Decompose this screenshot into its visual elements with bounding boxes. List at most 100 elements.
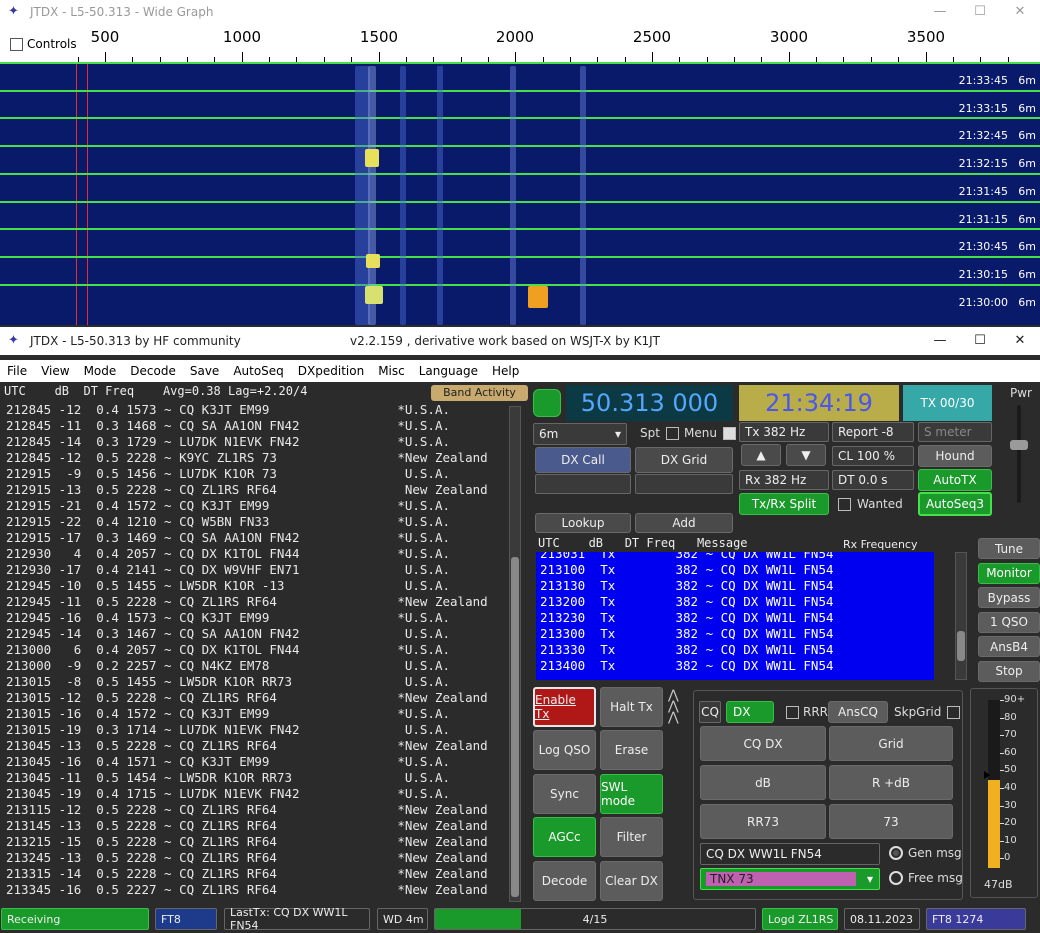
band-activity-scrollbar[interactable] <box>509 406 521 902</box>
monitor-button[interactable]: Monitor <box>978 562 1040 584</box>
rx-frequency-row[interactable]: 213100 Tx 382 ~ CQ DX WW1L FN54 <box>540 562 934 578</box>
decode-row[interactable]: 213045 -16 0.4 1571 ~ CQ K3JT EM99 *U.S.… <box>6 754 506 770</box>
rx-frequency-row[interactable]: 213330 Tx 382 ~ CQ DX WW1L FN54 <box>540 642 934 658</box>
filter-button[interactable]: Filter <box>600 817 663 857</box>
close-icon[interactable]: ✕ <box>1000 0 1040 24</box>
rx-frequency-row[interactable]: 213400 Tx 382 ~ CQ DX WW1L FN54 <box>540 658 934 674</box>
decode-row[interactable]: 213315 -14 0.5 2228 ~ CQ ZL1RS RF64 *New… <box>6 866 506 882</box>
scroll-thumb[interactable] <box>511 557 519 897</box>
decode-row[interactable]: 213345 -16 0.5 2227 ~ CQ ZL1RS RF64 *New… <box>6 882 506 898</box>
rx-frequency-spin[interactable]: Rx 382 Hz <box>739 470 829 490</box>
tune-button[interactable]: Tune <box>978 538 1040 559</box>
controls-checkbox[interactable] <box>10 37 23 51</box>
tx3-db-button[interactable]: dB <box>700 765 826 800</box>
minimize-icon[interactable]: — <box>920 327 960 355</box>
tx6-73-button[interactable]: 73 <box>829 804 953 839</box>
decode-row[interactable]: 212915 -17 0.3 1469 ~ CQ SA AA1ON FN42 *… <box>6 530 506 546</box>
tx4-r-db-button[interactable]: R +dB <box>829 765 953 800</box>
ansb4-button[interactable]: AnsB4 <box>978 636 1040 657</box>
scroll-thumb[interactable] <box>957 631 965 661</box>
rx-frequency-row[interactable]: 213230 Tx 382 ~ CQ DX WW1L FN54 <box>540 610 934 626</box>
halt-tx-button[interactable]: Halt Tx <box>600 687 663 727</box>
decode-row[interactable]: 212845 -12 0.4 1573 ~ CQ K3JT EM99 *U.S.… <box>6 402 506 418</box>
decode-row[interactable]: 212945 -11 0.5 2228 ~ CQ ZL1RS RF64 *New… <box>6 594 506 610</box>
decode-row[interactable]: 212915 -9 0.5 1456 ~ LU7DK K1OR 73 U.S.A… <box>6 466 506 482</box>
power-slider-handle[interactable] <box>1010 440 1028 450</box>
tx1-cq-dx-button[interactable]: CQ DX <box>700 726 826 761</box>
rrr-box[interactable] <box>786 705 799 719</box>
wanted-box[interactable] <box>838 497 851 511</box>
arrow-up-button[interactable]: ▲ <box>741 444 781 466</box>
decode-row[interactable]: 213015 -12 0.5 2228 ~ CQ ZL1RS RF64 *New… <box>6 690 506 706</box>
decode-row[interactable]: 212915 -13 0.5 2228 ~ CQ ZL1RS RF64 New … <box>6 482 506 498</box>
wanted-checkbox[interactable]: Wanted <box>838 497 903 511</box>
free-message-select[interactable]: TNX 73 ▾ <box>700 868 880 890</box>
rx-list-scrollbar[interactable] <box>955 552 967 680</box>
swl-mode-button[interactable]: SWL mode <box>600 774 663 814</box>
maximize-icon[interactable]: ☐ <box>960 327 1000 355</box>
1-qso-button[interactable]: 1 QSO <box>978 611 1040 633</box>
decode-row[interactable]: 213245 -13 0.5 2228 ~ CQ ZL1RS RF64 *New… <box>6 850 506 866</box>
menu-item-file[interactable]: File <box>0 364 34 378</box>
menu-checkbox[interactable]: Menu <box>684 426 736 440</box>
decode-row[interactable]: 213045 -11 0.5 1454 ~ LW5DR K1OR RR73 U.… <box>6 770 506 786</box>
minimize-icon[interactable]: — <box>920 0 960 24</box>
menu-item-decode[interactable]: Decode <box>123 364 183 378</box>
hound-button[interactable]: Hound <box>918 445 992 467</box>
menu-item-mode[interactable]: Mode <box>77 364 124 378</box>
cl-spin[interactable]: CL 100 % <box>832 446 914 466</box>
menu-item-save[interactable]: Save <box>183 364 226 378</box>
autoseq-button[interactable]: AutoSeq3 <box>918 492 992 516</box>
dx-call-button[interactable]: DX Call <box>535 447 631 473</box>
decode-row[interactable]: 212945 -14 0.3 1467 ~ CQ SA AA1ON FN42 U… <box>6 626 506 642</box>
generated-message-field[interactable]: CQ DX WW1L FN54 <box>700 843 880 865</box>
erase-button[interactable]: Erase <box>600 730 663 770</box>
decode-row[interactable]: 212930 4 0.4 2057 ~ CQ DX K1TOL FN44 *U.… <box>6 546 506 562</box>
autotx-button[interactable]: AutoTX <box>918 469 992 491</box>
decode-row[interactable]: 212915 -21 0.4 1572 ~ CQ K3JT EM99 *U.S.… <box>6 498 506 514</box>
add-button[interactable]: Add <box>635 513 733 533</box>
maximize-icon[interactable]: ☐ <box>960 0 1000 24</box>
close-icon[interactable]: ✕ <box>1000 327 1040 355</box>
menu-item-language[interactable]: Language <box>412 364 485 378</box>
gen-msg-radio-dot[interactable] <box>889 846 903 860</box>
decode-row[interactable]: 212945 -10 0.5 1455 ~ LW5DR K1OR -13 U.S… <box>6 578 506 594</box>
stop-button[interactable]: Stop <box>978 660 1040 682</box>
cq-field[interactable]: CQ <box>699 701 721 723</box>
dx-call-input[interactable] <box>535 474 631 494</box>
clear-dx-button[interactable]: Clear DX <box>600 861 663 901</box>
decode-row[interactable]: 213015 -16 0.4 1572 ~ CQ K3JT EM99 *U.S.… <box>6 706 506 722</box>
decode-row[interactable]: 212845 -11 0.3 1468 ~ CQ SA AA1ON FN42 *… <box>6 418 506 434</box>
decode-row[interactable]: 213115 -12 0.5 2228 ~ CQ ZL1RS RF64 *New… <box>6 802 506 818</box>
dx-grid-button[interactable]: DX Grid <box>635 447 733 473</box>
spt-box[interactable] <box>665 426 679 440</box>
decode-row[interactable]: 212945 -16 0.4 1573 ~ CQ K3JT EM99 *U.S.… <box>6 610 506 626</box>
decode-row[interactable]: 212930 -17 0.4 2141 ~ CQ DX W9VHF EN71 U… <box>6 562 506 578</box>
decode-row[interactable]: 212845 -14 0.3 1729 ~ LU7DK N1EVK FN42 *… <box>6 434 506 450</box>
band-select[interactable]: 6m ▾ <box>533 423 627 445</box>
menu-item-autoseq[interactable]: AutoSeq <box>226 364 290 378</box>
tx-rx-split-button[interactable]: Tx/Rx Split <box>739 493 829 515</box>
rrr-checkbox[interactable]: RRR <box>786 705 828 719</box>
report-spin[interactable]: Report -8 <box>832 422 914 442</box>
decode-row[interactable]: 213045 -13 0.5 2228 ~ CQ ZL1RS RF64 *New… <box>6 738 506 754</box>
band-activity-button[interactable]: Band Activity <box>431 385 528 401</box>
enable-tx-button[interactable]: Enable Tx <box>533 687 596 727</box>
power-slider[interactable]: Pwr <box>1000 385 1040 515</box>
dial-frequency[interactable]: 50.313 000 <box>566 385 733 421</box>
gen-msg-radio[interactable]: Gen msg <box>889 846 962 860</box>
arrow-down-button[interactable]: ▼ <box>786 444 826 466</box>
rx-frequency-list[interactable]: 213031 Tx 382 ~ CQ DX WW1L FN54 213100 Tx… <box>536 552 934 680</box>
dx-grid-input[interactable] <box>635 474 733 494</box>
menu-item-dxpedition[interactable]: DXpedition <box>291 364 371 378</box>
spt-checkbox[interactable]: Spt <box>640 426 679 440</box>
decode-row[interactable]: 213000 -9 0.2 2257 ~ CQ N4KZ EM78 U.S.A. <box>6 658 506 674</box>
free-msg-radio[interactable]: Free msg <box>889 871 963 885</box>
free-msg-radio-dot[interactable] <box>889 871 903 885</box>
log-qso-button[interactable]: Log QSO <box>533 730 596 770</box>
menu-item-view[interactable]: View <box>34 364 76 378</box>
decode-row[interactable]: 213045 -19 0.4 1715 ~ LU7DK N1EVK FN42 *… <box>6 786 506 802</box>
skpgrid-checkbox[interactable]: SkpGrid <box>894 705 961 719</box>
dx-toggle-button[interactable]: DX <box>726 701 774 723</box>
rx-frequency-row[interactable]: 213200 Tx 382 ~ CQ DX WW1L FN54 <box>540 594 934 610</box>
